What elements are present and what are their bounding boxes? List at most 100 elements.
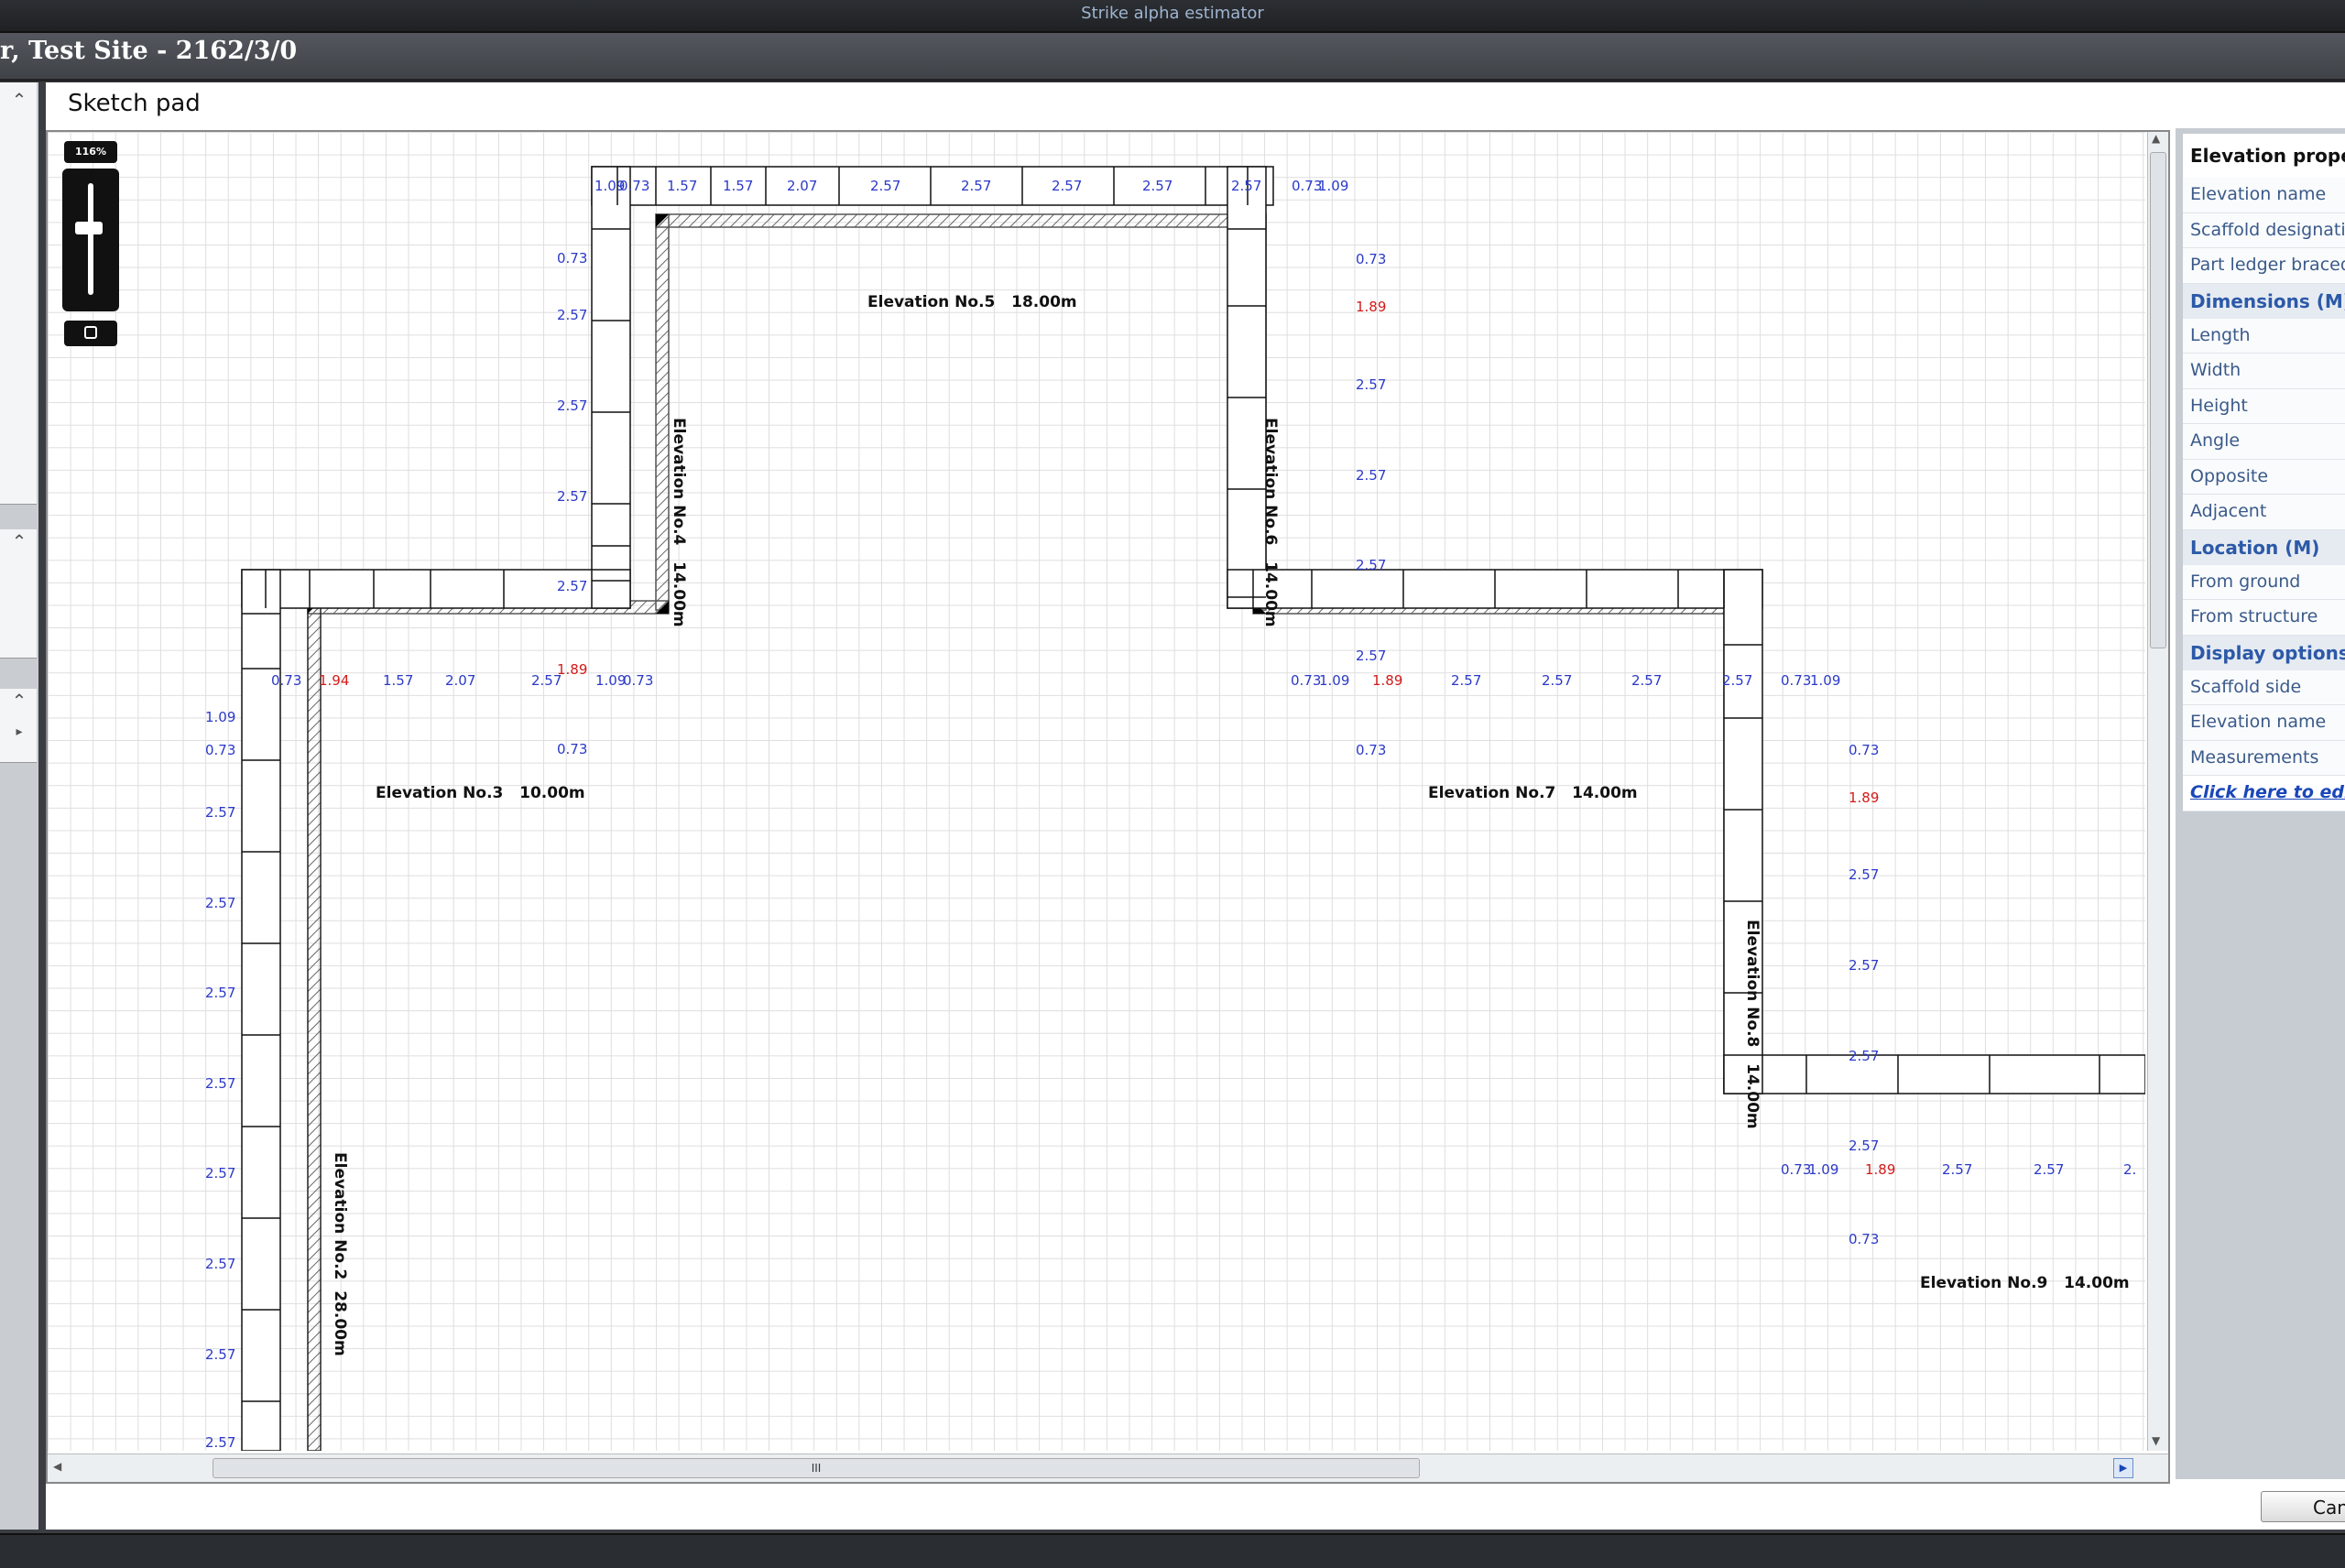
sketch-canvas[interactable]: Elevation No.5 18.00m Elevation No.3 10.…	[46, 130, 2170, 1484]
measure-label: 2.57	[1231, 178, 1261, 194]
measure-label: 2.57	[961, 178, 991, 194]
scroll-up-arrow-icon[interactable]: ▲	[2152, 132, 2160, 145]
reset-icon	[84, 326, 97, 339]
measure-label: 2.57	[1849, 957, 1879, 974]
measure-label: 2.57	[1849, 866, 1879, 883]
measure-label: 1.89	[1865, 1161, 1895, 1178]
measure-label: 2.57	[205, 804, 235, 821]
display-options-header: Display options	[2183, 635, 2345, 670]
measure-label: 1.09	[205, 709, 235, 725]
window-title: Strike alpha estimator	[1081, 4, 1264, 23]
measure-label: 0.73	[271, 672, 301, 689]
measure-label: 2.57	[1142, 178, 1172, 194]
property-elevation-name[interactable]: Elevation name	[2183, 178, 2345, 213]
wall-elevation-2	[307, 600, 322, 1451]
property-from-ground[interactable]: From ground	[2183, 564, 2345, 600]
measure-label: 2.57	[205, 1075, 235, 1092]
left-panel-strip: ⌃ ⌃ ⌃ ▸	[0, 82, 38, 1530]
horizontal-scrollbar[interactable]: ◀ III ▶	[48, 1454, 2168, 1482]
collapsed-panel-1: ⌃	[0, 82, 37, 505]
scroll-right-arrow-icon[interactable]: ▶	[2113, 1458, 2133, 1478]
expand-right-icon[interactable]: ▸	[7, 720, 31, 744]
collapse-up-icon[interactable]: ⌃	[7, 529, 31, 553]
dimensions-header: Dimensions (M)	[2183, 283, 2345, 319]
measure-label: 1.89	[1356, 299, 1386, 315]
zoom-level: 116%	[64, 141, 117, 163]
measure-label: 1.09	[595, 672, 626, 689]
elevation-properties-panel: Elevation proper Elevation name Scaffold…	[2176, 128, 2345, 1479]
measure-label: 0.73	[619, 178, 649, 194]
page-title: r, Test Site - 2162/3/0	[0, 37, 298, 65]
measure-label: 2.57	[205, 985, 235, 1001]
property-width[interactable]: Width	[2183, 354, 2345, 389]
measure-label: 1.89	[1372, 672, 1402, 689]
zoom-control: 116%	[62, 141, 119, 361]
elevation-2-label: Elevation No.2 28.00m	[331, 1152, 349, 1356]
elevation-6-label: Elevation No.6 14.00m	[1261, 418, 1280, 627]
property-measurements[interactable]: Measurements	[2183, 740, 2345, 776]
measure-label: 1.57	[723, 178, 753, 194]
zoom-track	[88, 183, 93, 295]
property-opposite[interactable]: Opposite	[2183, 459, 2345, 495]
property-from-structure[interactable]: From structure	[2183, 600, 2345, 636]
measure-label: 0.73	[205, 742, 235, 758]
zoom-slider[interactable]	[62, 169, 119, 311]
corner-markers	[308, 214, 1737, 1092]
measure-label: 0.73	[557, 741, 587, 757]
measure-label: 0.73	[557, 250, 587, 267]
measure-label: 0.73	[1849, 742, 1879, 758]
edit-link[interactable]: Click here to edi	[2183, 776, 2345, 811]
measure-label: 2.57	[1942, 1161, 1972, 1178]
properties-title: Elevation proper	[2183, 134, 2345, 178]
measure-label: 1.57	[667, 178, 697, 194]
scroll-down-arrow-icon[interactable]: ▼	[2152, 1434, 2160, 1447]
vertical-scrollbar[interactable]: ▲ ▼	[2147, 132, 2168, 1451]
scaffold-bays	[241, 166, 2145, 1451]
sketchpad-title: Sketch pad	[68, 90, 201, 117]
sketch-drawing: Elevation No.5 18.00m Elevation No.3 10.…	[205, 166, 2145, 1451]
horizontal-scroll-thumb[interactable]: III	[213, 1458, 1420, 1478]
properties-grid: Elevation proper Elevation name Scaffold…	[2183, 134, 2345, 811]
taskbar	[0, 1533, 2345, 1568]
measure-label: 1.57	[383, 672, 413, 689]
property-height[interactable]: Height	[2183, 388, 2345, 424]
collapse-up-icon[interactable]: ⌃	[7, 689, 31, 713]
collapsed-panel-2: ⌃	[0, 529, 37, 659]
zoom-reset-button[interactable]	[64, 321, 117, 346]
location-header: Location (M)	[2183, 529, 2345, 565]
measure-label: 2.	[2123, 1161, 2136, 1178]
property-length[interactable]: Length	[2183, 318, 2345, 354]
wall-elevation-5	[655, 213, 1267, 228]
measure-label: 0.73	[623, 672, 653, 689]
measure-label: 0.73	[1849, 1231, 1879, 1247]
measure-label: 2.07	[445, 672, 475, 689]
elevation-7-label: Elevation No.7 14.00m	[1428, 784, 1638, 802]
property-part-ledger-braced[interactable]: Part ledger braced	[2183, 248, 2345, 284]
measure-label: 2.57	[1451, 672, 1481, 689]
property-angle[interactable]: Angle	[2183, 424, 2345, 460]
measure-label: 0.73	[1291, 672, 1321, 689]
measurement-labels: 1.09 0.73 1.57 1.57 2.07 2.57 2.57 2.57 …	[205, 178, 2136, 1451]
scroll-left-arrow-icon[interactable]: ◀	[53, 1460, 61, 1473]
zoom-thumb[interactable]	[75, 222, 103, 234]
measure-label: 1.89	[1849, 789, 1879, 806]
property-display-elevation-name[interactable]: Elevation name	[2183, 705, 2345, 741]
measure-label: 2.57	[205, 1346, 235, 1363]
elevation-9-label: Elevation No.9 14.00m	[1920, 1274, 2130, 1292]
measure-label: 2.57	[557, 397, 587, 414]
elevation-4-label: Elevation No.4 14.00m	[670, 418, 688, 627]
collapsed-panel-3: ⌃ ▸	[0, 689, 37, 763]
property-scaffold-side[interactable]: Scaffold side	[2183, 670, 2345, 705]
property-adjacent[interactable]: Adjacent	[2183, 495, 2345, 530]
measure-label: 2.57	[205, 1256, 235, 1272]
collapse-up-icon[interactable]: ⌃	[7, 88, 31, 112]
vertical-scroll-thumb[interactable]	[2150, 152, 2166, 648]
measure-label: 2.57	[205, 1434, 235, 1451]
measure-label: 2.57	[1849, 1048, 1879, 1064]
elevation-3-label: Elevation No.3 10.00m	[376, 784, 585, 802]
measure-label: 2.57	[1356, 648, 1386, 664]
cancel-button[interactable]: Can	[2261, 1491, 2345, 1522]
measure-label: 0.73	[1781, 672, 1811, 689]
elevation-5-label: Elevation No.5 18.00m	[867, 293, 1077, 311]
property-scaffold-designation[interactable]: Scaffold designati	[2183, 212, 2345, 248]
